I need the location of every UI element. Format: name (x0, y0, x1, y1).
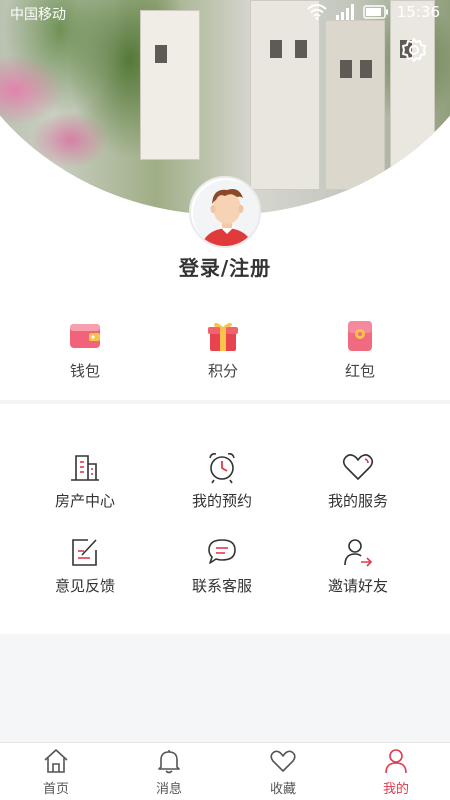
feedback-label: 意见反馈 (54, 577, 115, 595)
customer-service-label: 联系客服 (191, 577, 252, 595)
services-grid: 房产中心 我的预约 我的服务 意见反馈 联系客服 邀请好友 (0, 445, 450, 615)
my-appointments-button[interactable]: 我的预约 (152, 450, 292, 510)
battery-icon (363, 5, 388, 19)
gear-icon (402, 38, 426, 62)
tab-home-label: 首页 (42, 782, 69, 797)
tab-mine[interactable]: 我的 (356, 747, 436, 799)
alarm-clock-icon (209, 453, 235, 484)
home-icon (44, 749, 68, 773)
customer-service-button[interactable]: 联系客服 (152, 535, 292, 595)
avatar[interactable] (189, 176, 261, 248)
edit-icon (72, 539, 97, 566)
wallet-icon (70, 324, 100, 348)
my-appointments-label: 我的预约 (191, 492, 252, 510)
points-button[interactable]: 积分 (173, 315, 273, 385)
wallet-label: 钱包 (69, 362, 100, 380)
gift-icon (208, 322, 238, 351)
red-envelope-button[interactable]: 红包 (310, 315, 410, 385)
invite-friends-button[interactable]: 邀请好友 (288, 535, 428, 595)
my-services-button[interactable]: 我的服务 (288, 450, 428, 510)
tab-favorites-label: 收藏 (269, 782, 296, 797)
default-avatar-icon (193, 180, 259, 246)
tab-favorites[interactable]: 收藏 (243, 747, 323, 799)
property-center-button[interactable]: 房产中心 (15, 450, 155, 510)
tab-messages[interactable]: 消息 (129, 747, 209, 799)
wallet-button[interactable]: 钱包 (35, 315, 135, 385)
bell-icon (158, 750, 180, 774)
points-label: 积分 (207, 362, 238, 380)
bottom-tab-bar: 首页 消息 收藏 我的 (0, 742, 450, 800)
feedback-button[interactable]: 意见反馈 (15, 535, 155, 595)
heart-icon (270, 750, 296, 772)
invite-user-icon (344, 539, 373, 567)
status-bar: 中国移动 15:36 (0, 0, 450, 26)
quick-actions: 钱包 积分 红包 (0, 315, 450, 385)
property-center-label: 房产中心 (54, 492, 115, 510)
signal-icon (335, 4, 354, 20)
tab-home[interactable]: 首页 (16, 747, 96, 799)
carrier-name: 中国移动 (10, 7, 66, 23)
section-divider (0, 400, 450, 404)
invite-friends-label: 邀请好友 (327, 577, 388, 595)
clock-time: 15:36 (396, 3, 440, 21)
user-icon (385, 749, 407, 774)
chat-icon (208, 539, 236, 564)
red-envelope-label: 红包 (344, 362, 375, 380)
my-services-label: 我的服务 (327, 492, 388, 510)
wifi-icon (307, 4, 327, 20)
login-register-link[interactable]: 登录/注册 (0, 252, 450, 281)
content-spacer (0, 634, 450, 742)
heart-icon (342, 454, 374, 480)
tab-messages-label: 消息 (155, 782, 182, 797)
building-icon (71, 455, 99, 481)
red-envelope-icon (348, 321, 372, 351)
settings-button[interactable] (400, 36, 428, 64)
tab-mine-label: 我的 (382, 782, 409, 797)
